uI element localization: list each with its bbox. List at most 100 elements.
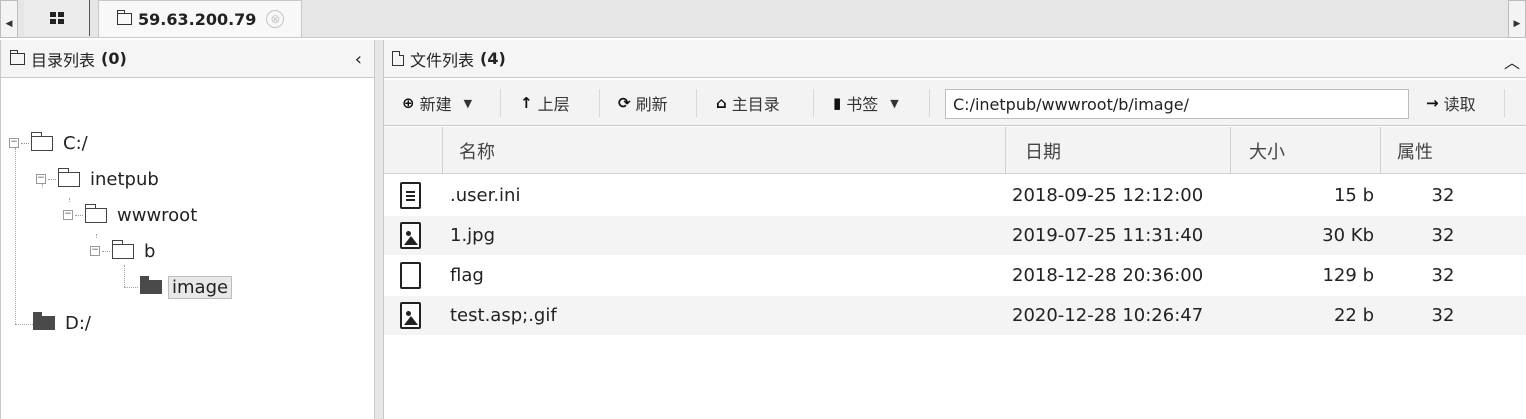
file-attr: 32	[1431, 185, 1455, 206]
column-header-label: 大小	[1249, 141, 1285, 163]
grid-icon	[49, 12, 64, 24]
file-size: 15 b	[1333, 185, 1374, 206]
text-file-icon	[400, 176, 424, 215]
file-attr: 32	[1431, 265, 1455, 286]
directory-tree: − C:/ − inetpub − wwwroot − b image D:/	[1, 80, 374, 419]
folder-icon	[117, 10, 132, 25]
home-dir-label: 主目录	[731, 95, 780, 114]
file-panel: 文件列表 (4) ︿ ⊕ 新建 ▼ ↑ 上层 ⟳ 刷新 ⌂ 主目录 ▮ 书签 ▼	[384, 40, 1526, 419]
file-count: (4)	[480, 49, 506, 68]
read-label: 读取	[1443, 95, 1476, 114]
column-header-label: 日期	[1025, 141, 1061, 163]
tree-node-label: inetpub	[90, 168, 159, 190]
home-icon: ⌂	[716, 94, 727, 112]
new-button[interactable]: ⊕ 新建 ▼	[402, 80, 472, 126]
file-icon	[392, 51, 404, 66]
file-date: 2020-12-28 10:26:47	[1012, 305, 1204, 326]
tree-node-label: wwwroot	[117, 204, 198, 226]
home-dir-button[interactable]: ⌂ 主目录	[716, 80, 780, 126]
bookmark-button[interactable]: ▮ 书签 ▼	[833, 80, 899, 126]
tree-node-wwwroot[interactable]: − wwwroot	[63, 202, 197, 228]
tab-home-grid[interactable]	[24, 0, 90, 36]
table-row[interactable]: flag 2018-12-28 20:36:00 129 b 32	[384, 256, 1526, 295]
folder-filled-icon	[140, 276, 162, 294]
refresh-label: 刷新	[635, 95, 668, 114]
file-name: 1.jpg	[450, 225, 496, 246]
up-level-label: 上层	[537, 95, 570, 114]
file-size: 30 Kb	[1322, 225, 1374, 246]
arrow-right-icon: →	[1426, 94, 1439, 112]
file-date: 2019-07-25 11:31:40	[1012, 225, 1204, 246]
blank-file-icon	[400, 256, 424, 295]
tab-server[interactable]: 59.63.200.79 ⊗	[98, 0, 302, 37]
directory-panel-header: 目录列表 (0) ‹	[1, 40, 374, 78]
refresh-icon: ⟳	[618, 94, 631, 112]
column-header-attr[interactable]: 属性	[1380, 127, 1526, 174]
read-button[interactable]: → 读取	[1426, 80, 1476, 126]
folder-icon	[10, 49, 25, 65]
column-header-label: 属性	[1397, 141, 1433, 163]
tab-scroll-left-button[interactable]: ◀	[0, 0, 18, 38]
arrow-up-icon: ↑	[520, 94, 533, 112]
dropdown-caret-icon: ▼	[463, 96, 473, 110]
image-file-icon	[400, 216, 424, 255]
folder-icon	[58, 167, 80, 187]
file-size: 22 b	[1333, 305, 1374, 326]
tree-node-label: D:/	[65, 312, 91, 334]
tree-node-label: b	[144, 240, 156, 262]
file-panel-title: 文件列表	[410, 50, 475, 70]
bookmark-icon: ▮	[833, 94, 842, 112]
file-toolbar: ⊕ 新建 ▼ ↑ 上层 ⟳ 刷新 ⌂ 主目录 ▮ 书签 ▼ → 读取	[384, 80, 1526, 126]
folder-icon	[112, 239, 134, 259]
collapse-node-icon[interactable]: −	[9, 138, 19, 148]
bookmark-label: 书签	[846, 95, 879, 114]
collapse-node-icon[interactable]: −	[90, 246, 100, 256]
tree-node-label: C:/	[63, 132, 88, 154]
directory-panel: 目录列表 (0) ‹ − C:/ − inetpub − wwwroot − b…	[0, 40, 375, 419]
collapse-left-icon[interactable]: ‹	[355, 49, 362, 70]
directory-panel-title: 目录列表	[31, 50, 96, 70]
file-date: 2018-12-28 20:36:00	[1012, 265, 1204, 286]
new-button-label: 新建	[419, 95, 452, 114]
folder-icon	[31, 131, 53, 151]
tree-node-inetpub[interactable]: − inetpub	[36, 166, 159, 192]
collapse-up-icon[interactable]: ︿	[1504, 49, 1520, 73]
directory-count: (0)	[101, 49, 127, 68]
tab-close-icon[interactable]: ⊗	[266, 10, 285, 28]
tab-bar: ◀ 59.63.200.79 ⊗ ▶	[0, 0, 1526, 38]
refresh-button[interactable]: ⟳ 刷新	[618, 80, 668, 126]
column-header-size[interactable]: 大小	[1230, 127, 1380, 174]
file-name: flag	[450, 265, 484, 286]
column-header-label: 名称	[459, 141, 495, 163]
collapse-node-icon[interactable]: −	[63, 210, 73, 220]
file-name: .user.ini	[450, 185, 521, 206]
folder-icon	[85, 203, 107, 223]
tab-server-label: 59.63.200.79	[138, 9, 257, 29]
tree-node-d-drive[interactable]: D:/	[31, 310, 91, 336]
tree-node-b[interactable]: − b	[90, 238, 155, 264]
collapse-node-icon[interactable]: −	[36, 174, 46, 184]
table-row[interactable]: .user.ini 2018-09-25 12:12:00 15 b 32	[384, 176, 1526, 215]
dropdown-caret-icon: ▼	[890, 96, 899, 110]
file-name: test.asp;.gif	[450, 305, 557, 326]
path-input[interactable]	[945, 89, 1409, 119]
tree-node-c-drive[interactable]: − C:/	[9, 130, 88, 156]
column-header-name[interactable]: 名称	[442, 127, 1005, 174]
column-header-date[interactable]: 日期	[1005, 127, 1230, 174]
file-attr: 32	[1431, 305, 1455, 326]
file-table-header: 名称 日期 大小 属性	[384, 127, 1526, 174]
file-attr: 32	[1431, 225, 1455, 246]
file-date: 2018-09-25 12:12:00	[1012, 185, 1204, 206]
up-level-button[interactable]: ↑ 上层	[520, 80, 570, 126]
file-panel-header: 文件列表 (4) ︿	[384, 40, 1526, 78]
file-size: 129 b	[1322, 265, 1374, 286]
folder-filled-icon	[33, 312, 55, 330]
image-file-icon	[400, 296, 424, 335]
tab-scroll-right-button[interactable]: ▶	[1508, 0, 1526, 38]
plus-circle-icon: ⊕	[402, 94, 415, 112]
table-row[interactable]: 1.jpg 2019-07-25 11:31:40 30 Kb 32	[384, 216, 1526, 255]
tree-node-image[interactable]: image	[138, 274, 233, 300]
panel-splitter[interactable]	[375, 40, 384, 419]
tree-node-label: image	[168, 275, 233, 299]
table-row[interactable]: test.asp;.gif 2020-12-28 10:26:47 22 b 3…	[384, 296, 1526, 335]
